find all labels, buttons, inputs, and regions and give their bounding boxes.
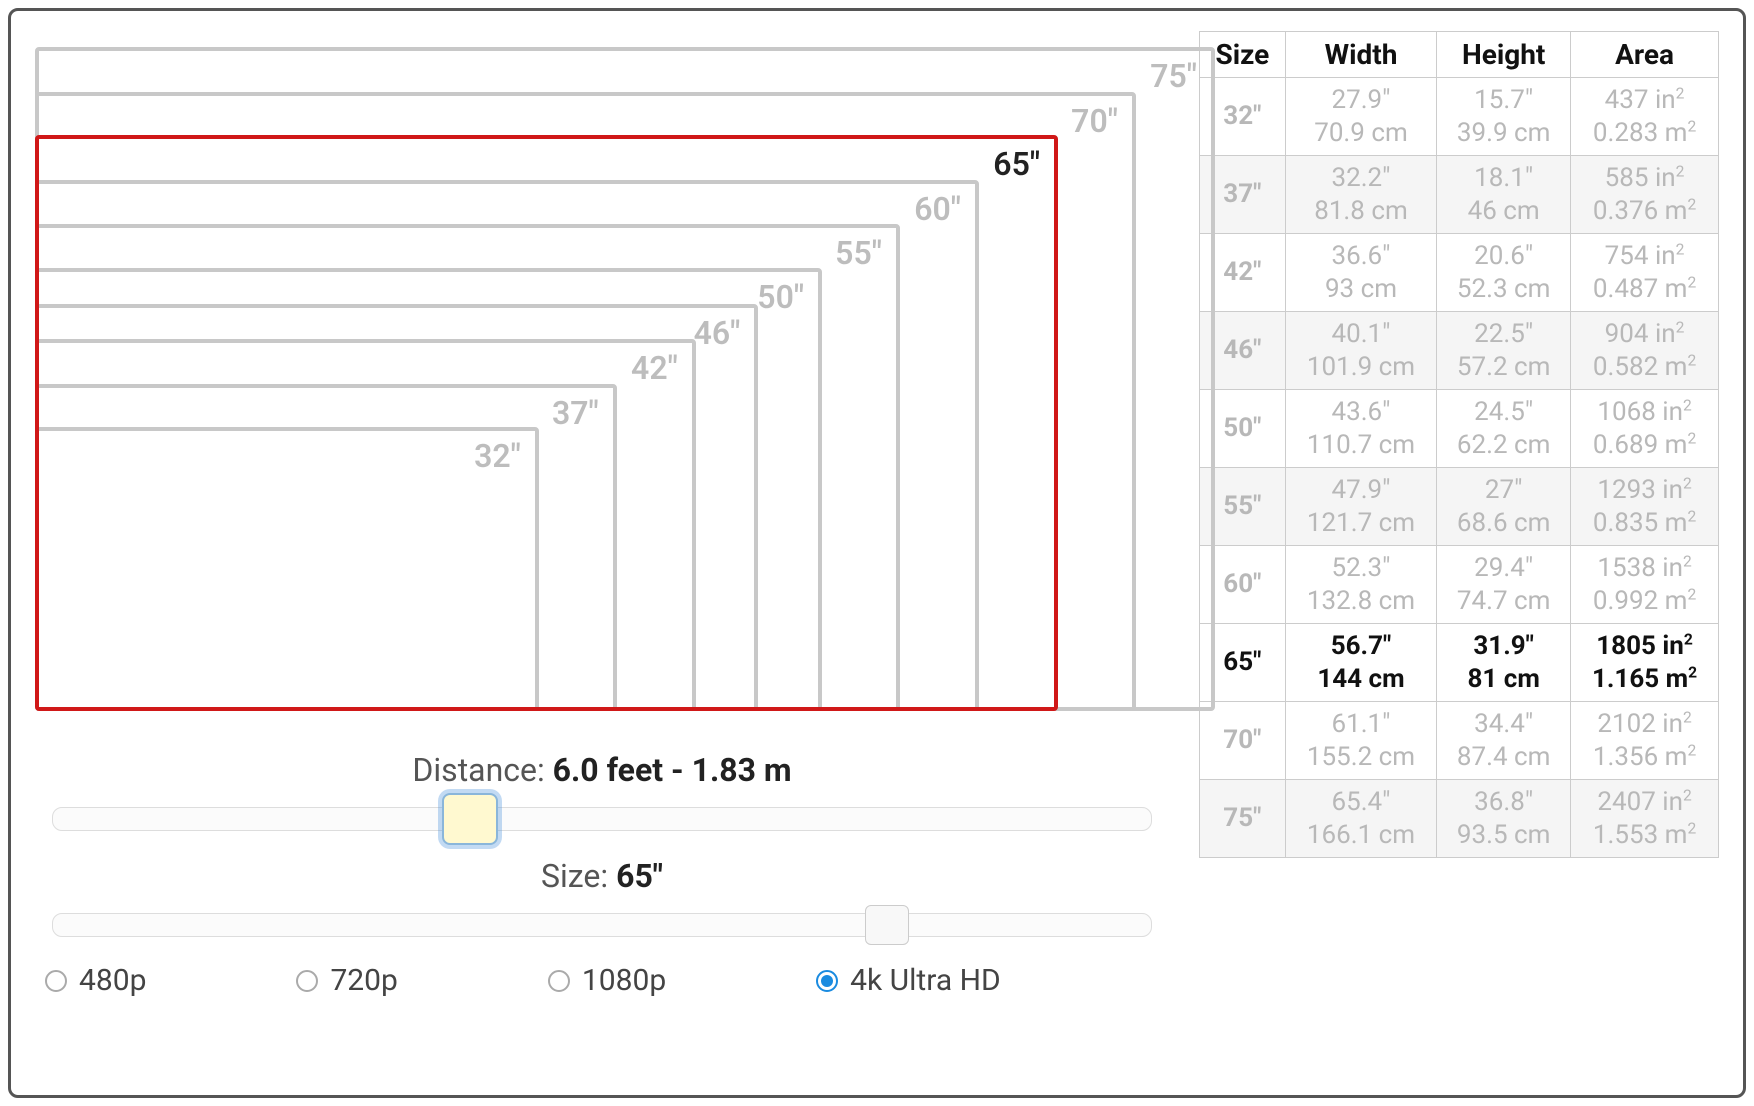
controls: Distance: 6.0 feet - 1.83 m Size: 65" 48…	[35, 751, 1169, 998]
distance-slider-thumb[interactable]	[442, 793, 498, 845]
cell-area: 1538 in20.992 m2	[1571, 546, 1719, 624]
cell-width: 56.7"144 cm	[1285, 624, 1437, 702]
distance-label-row: Distance: 6.0 feet - 1.83 m	[35, 751, 1169, 789]
size-table: SizeWidthHeightArea 32"27.9"70.9 cm15.7"…	[1199, 31, 1719, 858]
table-row: 60"52.3"132.8 cm29.4"74.7 cm1538 in20.99…	[1200, 546, 1719, 624]
cell-area: 2102 in21.356 m2	[1571, 702, 1719, 780]
cell-width: 40.1"101.9 cm	[1285, 312, 1437, 390]
cell-width: 61.1"155.2 cm	[1285, 702, 1437, 780]
cell-height: 22.5"57.2 cm	[1437, 312, 1571, 390]
distance-slider[interactable]	[52, 807, 1152, 831]
cell-height: 18.1"46 cm	[1437, 156, 1571, 234]
size-slider[interactable]	[52, 913, 1152, 937]
cell-area: 585 in20.376 m2	[1571, 156, 1719, 234]
diagram-rect-65: 65"	[35, 135, 1058, 711]
table-row: 32"27.9"70.9 cm15.7"39.9 cm437 in20.283 …	[1200, 78, 1719, 156]
resolution-option-label: 1080p	[582, 963, 666, 998]
distance-label-prefix: Distance:	[412, 751, 552, 789]
resolution-option-label: 720p	[330, 963, 397, 998]
resolution-option-720p[interactable]: 720p	[296, 963, 397, 998]
cell-height: 24.5"62.2 cm	[1437, 390, 1571, 468]
distance-value: 6.0 feet - 1.83 m	[553, 751, 792, 789]
cell-width: 43.6"110.7 cm	[1285, 390, 1437, 468]
size-value: 65"	[616, 857, 663, 895]
size-slider-thumb[interactable]	[865, 905, 909, 945]
table-header: Width	[1285, 32, 1437, 78]
size-diagram: 32"37"42"46"50"55"60"65"70"75"	[35, 31, 1169, 711]
diagram-rect-label: 65"	[993, 145, 1040, 183]
app-frame: 32"37"42"46"50"55"60"65"70"75" Distance:…	[8, 8, 1746, 1098]
cell-area: 1068 in20.689 m2	[1571, 390, 1719, 468]
cell-area: 2407 in21.553 m2	[1571, 780, 1719, 858]
radio-icon[interactable]	[816, 970, 838, 992]
table-row: 75"65.4"166.1 cm36.8"93.5 cm2407 in21.55…	[1200, 780, 1719, 858]
table-header: Area	[1571, 32, 1719, 78]
cell-area: 1805 in21.165 m2	[1571, 624, 1719, 702]
cell-area: 904 in20.582 m2	[1571, 312, 1719, 390]
cell-height: 36.8"93.5 cm	[1437, 780, 1571, 858]
diagram-rect-label: 75"	[1150, 57, 1197, 95]
table-header: Height	[1437, 32, 1571, 78]
radio-icon[interactable]	[296, 970, 318, 992]
resolution-option-4k-ultra-hd[interactable]: 4k Ultra HD	[816, 963, 1001, 998]
radio-icon[interactable]	[548, 970, 570, 992]
resolution-option-label: 4k Ultra HD	[850, 963, 1001, 998]
cell-width: 27.9"70.9 cm	[1285, 78, 1437, 156]
table-row: 46"40.1"101.9 cm22.5"57.2 cm904 in20.582…	[1200, 312, 1719, 390]
resolution-option-label: 480p	[79, 963, 146, 998]
table-row: 37"32.2"81.8 cm18.1"46 cm585 in20.376 m2	[1200, 156, 1719, 234]
left-panel: 32"37"42"46"50"55"60"65"70"75" Distance:…	[35, 31, 1169, 1075]
resolution-option-1080p[interactable]: 1080p	[548, 963, 666, 998]
cell-size: 70"	[1200, 702, 1286, 780]
resolution-radio-group: 480p 720p 1080p 4k Ultra HD	[35, 963, 1169, 998]
table-row: 70"61.1"155.2 cm34.4"87.4 cm2102 in21.35…	[1200, 702, 1719, 780]
cell-height: 31.9"81 cm	[1437, 624, 1571, 702]
right-panel: SizeWidthHeightArea 32"27.9"70.9 cm15.7"…	[1199, 31, 1719, 1075]
resolution-option-480p[interactable]: 480p	[45, 963, 146, 998]
cell-width: 47.9"121.7 cm	[1285, 468, 1437, 546]
table-row: 65"56.7"144 cm31.9"81 cm1805 in21.165 m2	[1200, 624, 1719, 702]
cell-height: 29.4"74.7 cm	[1437, 546, 1571, 624]
cell-height: 27"68.6 cm	[1437, 468, 1571, 546]
table-row: 55"47.9"121.7 cm27"68.6 cm1293 in20.835 …	[1200, 468, 1719, 546]
cell-width: 36.6"93 cm	[1285, 234, 1437, 312]
radio-icon[interactable]	[45, 970, 67, 992]
cell-height: 15.7"39.9 cm	[1437, 78, 1571, 156]
cell-height: 20.6"52.3 cm	[1437, 234, 1571, 312]
table-row: 50"43.6"110.7 cm24.5"62.2 cm1068 in20.68…	[1200, 390, 1719, 468]
table-row: 42"36.6"93 cm20.6"52.3 cm754 in20.487 m2	[1200, 234, 1719, 312]
cell-width: 52.3"132.8 cm	[1285, 546, 1437, 624]
cell-width: 32.2"81.8 cm	[1285, 156, 1437, 234]
cell-area: 754 in20.487 m2	[1571, 234, 1719, 312]
size-label-row: Size: 65"	[35, 857, 1169, 895]
cell-area: 1293 in20.835 m2	[1571, 468, 1719, 546]
cell-area: 437 in20.283 m2	[1571, 78, 1719, 156]
cell-size: 75"	[1200, 780, 1286, 858]
cell-height: 34.4"87.4 cm	[1437, 702, 1571, 780]
size-label-prefix: Size:	[541, 857, 616, 895]
cell-width: 65.4"166.1 cm	[1285, 780, 1437, 858]
